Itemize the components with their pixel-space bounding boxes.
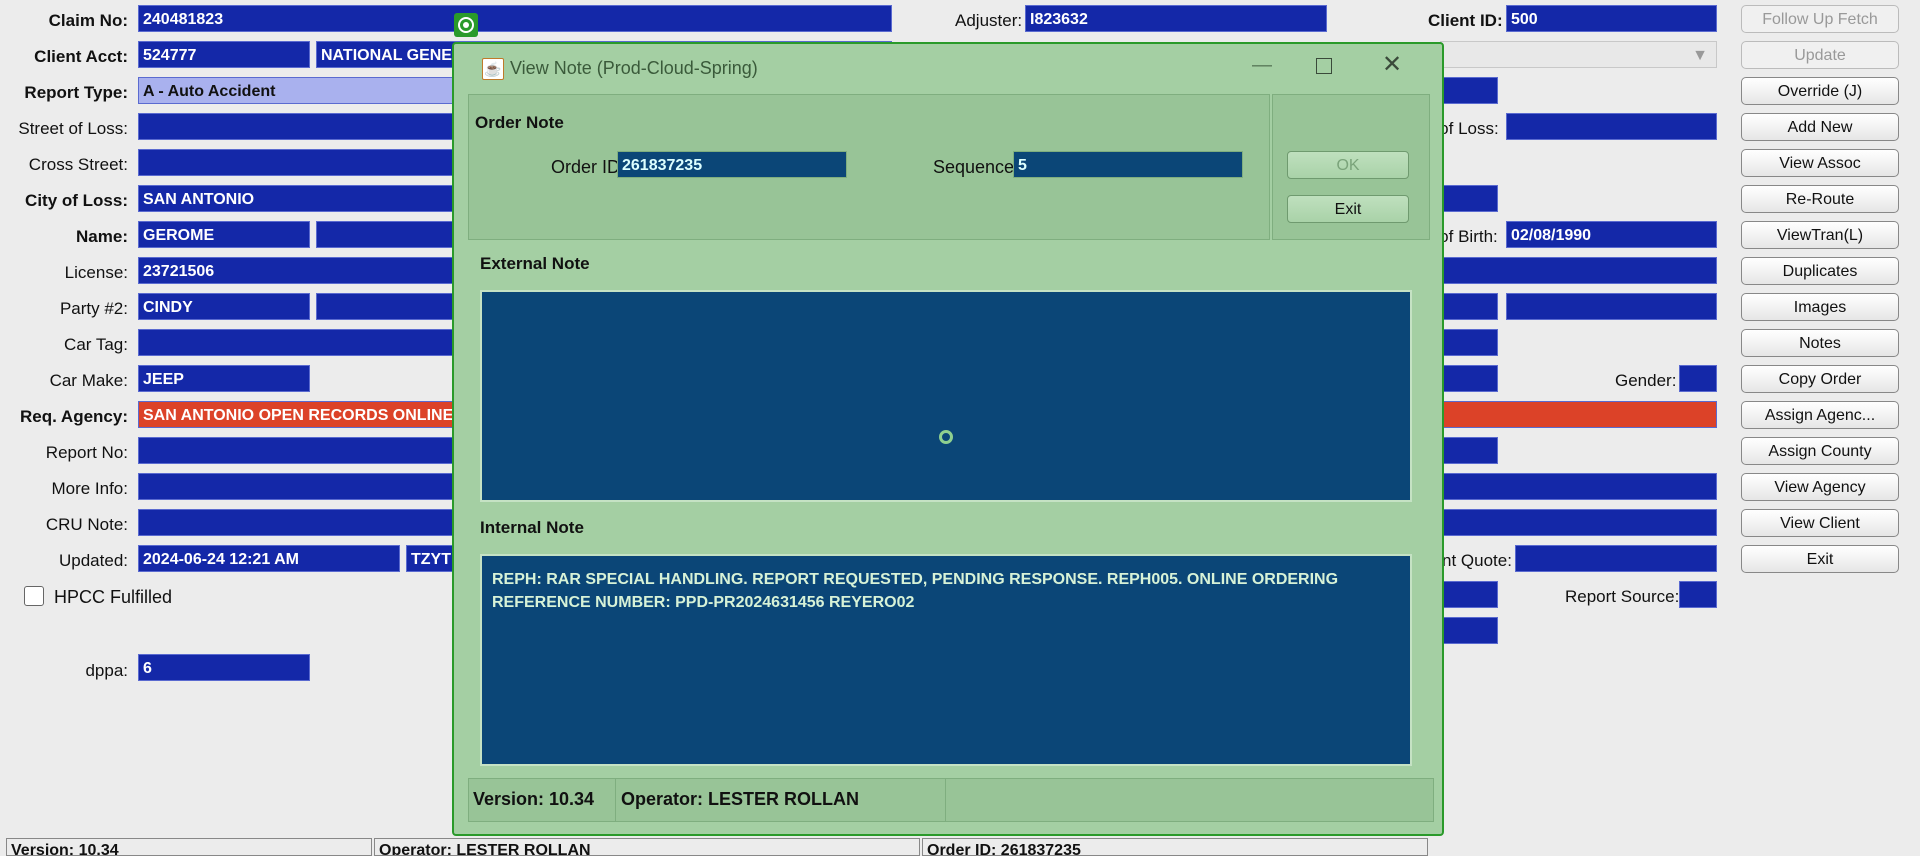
- claim-no-label: Claim No:: [48, 11, 128, 30]
- exit-button[interactable]: Exit: [1741, 545, 1899, 573]
- duplicates-button[interactable]: Duplicates: [1741, 257, 1899, 285]
- copy-order-button[interactable]: Copy Order: [1741, 365, 1899, 393]
- claim-no-field[interactable]: 240481823: [138, 5, 892, 32]
- client-id-field[interactable]: 500: [1506, 5, 1717, 32]
- cross-street-label: Cross Street:: [28, 155, 128, 174]
- first-name-field[interactable]: GEROME: [138, 221, 310, 248]
- street-of-loss-label: Street of Loss:: [18, 119, 128, 138]
- java-app-icon: ☕: [482, 58, 504, 80]
- dialog-operator: Operator: LESTER ROLLAN: [621, 789, 860, 809]
- req-agency-label: Req. Agency:: [19, 407, 128, 426]
- close-icon[interactable]: ✕: [1374, 50, 1410, 80]
- status-operator: Operator: LESTER ROLLAN: [374, 838, 920, 856]
- more-info-field-right[interactable]: [1440, 473, 1717, 500]
- minimize-icon[interactable]: —: [1244, 54, 1280, 80]
- client-acct-field[interactable]: 524777: [138, 41, 310, 68]
- hpcc-fulfilled-checkbox[interactable]: [24, 586, 44, 606]
- focus-target-icon: [454, 13, 478, 37]
- status-version: Version: 10.34: [6, 838, 372, 856]
- notes-button[interactable]: Notes: [1741, 329, 1899, 357]
- dppa-field[interactable]: 6: [138, 654, 310, 681]
- name-label: Name:: [76, 227, 128, 246]
- status-divider: [615, 779, 616, 821]
- dialog-version: Version: 10.34: [473, 789, 595, 809]
- party2-extra-field-2[interactable]: [1506, 293, 1717, 320]
- ok-button[interactable]: OK: [1287, 151, 1409, 179]
- car-make-label: Car Make:: [49, 371, 128, 390]
- maximize-icon[interactable]: [1316, 58, 1332, 74]
- dialog-title-bar[interactable]: ☕ View Note (Prod-Cloud-Spring) — ✕: [454, 44, 1442, 92]
- report-type-label: Report Type:: [24, 83, 128, 102]
- gender-label: Gender:: [1615, 371, 1677, 390]
- date-of-loss-field[interactable]: [1506, 113, 1717, 140]
- state-field[interactable]: [1440, 185, 1498, 212]
- dialog-button-panel: OK Exit: [1272, 94, 1430, 240]
- adjuster-field[interactable]: I823632: [1025, 5, 1327, 32]
- dppa-label: dppa:: [85, 661, 128, 680]
- client-quote-field[interactable]: [1515, 545, 1717, 572]
- car-make-field[interactable]: JEEP: [138, 365, 310, 392]
- report-no-label: Report No:: [45, 443, 128, 462]
- chevron-down-icon: ▼: [1692, 47, 1708, 64]
- dialog-exit-button[interactable]: Exit: [1287, 195, 1409, 223]
- dialog-status-bar: Version: 10.34 Operator: LESTER ROLLAN: [468, 778, 1434, 822]
- report-type-extra-field[interactable]: [1440, 77, 1498, 104]
- cru-note-label: CRU Note:: [45, 515, 128, 534]
- cru-note-field-right[interactable]: [1440, 509, 1717, 536]
- external-note-heading: External Note: [480, 254, 590, 273]
- city-of-loss-label: City of Loss:: [25, 191, 128, 210]
- status-divider-2: [945, 779, 946, 821]
- license-state-field[interactable]: [1440, 257, 1717, 284]
- dialog-title: View Note (Prod-Cloud-Spring): [510, 58, 758, 78]
- order-id-field[interactable]: 261837235: [617, 151, 847, 178]
- updated-field[interactable]: 2024-06-24 12:21 AM: [138, 545, 400, 572]
- view-note-dialog: ☕ View Note (Prod-Cloud-Spring) — ✕ Orde…: [452, 42, 1444, 836]
- report-source-field[interactable]: [1679, 581, 1717, 608]
- external-note-textarea[interactable]: [480, 290, 1412, 502]
- client-id-label: Client ID:: [1428, 11, 1503, 30]
- follow-up-fetch-button[interactable]: Follow Up Fetch: [1741, 5, 1899, 33]
- hpcc-fulfilled-label: HPCC Fulfilled: [54, 587, 173, 607]
- hpcc-extra-field[interactable]: [1440, 581, 1498, 608]
- re-route-button[interactable]: Re-Route: [1741, 185, 1899, 213]
- override-button[interactable]: Override (J): [1741, 77, 1899, 105]
- status-order-id: Order ID: 261837235: [922, 838, 1428, 856]
- order-id-label: Order ID:: [551, 157, 626, 177]
- gender-field[interactable]: [1679, 365, 1717, 392]
- req-agency-field-right[interactable]: [1440, 401, 1717, 428]
- report-no-extra-field[interactable]: [1440, 437, 1498, 464]
- internal-note-textarea[interactable]: REPH: RAR SPECIAL HANDLING. REPORT REQUE…: [480, 554, 1412, 766]
- assign-county-button[interactable]: Assign County: [1741, 437, 1899, 465]
- extra-field[interactable]: [1440, 617, 1498, 644]
- internal-note-heading: Internal Note: [480, 518, 584, 537]
- more-info-label: More Info:: [51, 479, 128, 498]
- sequence-label: Sequence:: [933, 157, 1020, 177]
- order-note-panel: Order Note Order ID: 261837235 Sequence:…: [468, 94, 1270, 240]
- sequence-field[interactable]: 5: [1013, 151, 1243, 178]
- car-tag-state-field[interactable]: [1440, 329, 1498, 356]
- party2-extra-field[interactable]: [1440, 293, 1498, 320]
- updated-label: Updated:: [59, 551, 128, 570]
- assign-agency-button[interactable]: Assign Agenc...: [1741, 401, 1899, 429]
- view-agency-button[interactable]: View Agency: [1741, 473, 1899, 501]
- party2-label: Party #2:: [59, 299, 128, 318]
- report-source-label: Report Source:: [1565, 587, 1680, 606]
- client-acct-label: Client Acct:: [34, 47, 128, 66]
- party2-first-field[interactable]: CINDY: [138, 293, 310, 320]
- car-model-field[interactable]: [1440, 365, 1498, 392]
- cursor-marker-icon: [939, 430, 953, 444]
- add-new-button[interactable]: Add New: [1741, 113, 1899, 141]
- update-button[interactable]: Update: [1741, 41, 1899, 69]
- order-note-heading: Order Note: [475, 113, 564, 132]
- car-tag-label: Car Tag:: [64, 335, 128, 354]
- adjuster-label: Adjuster:: [955, 11, 1023, 30]
- license-label: License:: [64, 263, 128, 282]
- view-tran-button[interactable]: ViewTran(L): [1741, 221, 1899, 249]
- date-of-birth-field[interactable]: 02/08/1990: [1506, 221, 1717, 248]
- client-select[interactable]: ▼: [1440, 41, 1717, 68]
- view-assoc-button[interactable]: View Assoc: [1741, 149, 1899, 177]
- images-button[interactable]: Images: [1741, 293, 1899, 321]
- view-client-button[interactable]: View Client: [1741, 509, 1899, 537]
